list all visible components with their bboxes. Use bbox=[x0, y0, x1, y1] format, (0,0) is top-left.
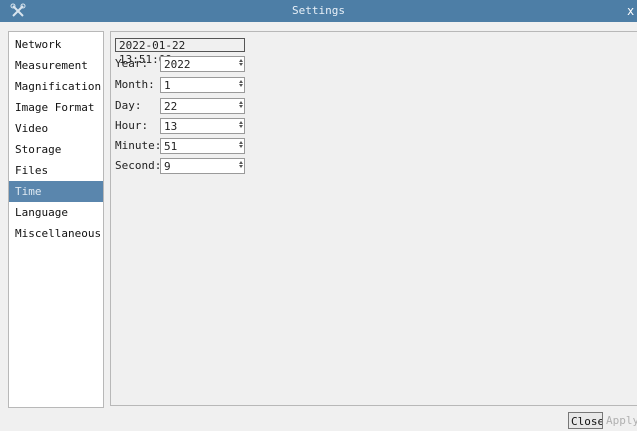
settings-sidebar: Network Measurement Magnification Image … bbox=[8, 31, 104, 408]
sidebar-item-storage[interactable]: Storage bbox=[9, 139, 103, 160]
sidebar-item-image-format[interactable]: Image Format bbox=[9, 97, 103, 118]
close-button[interactable]: Close bbox=[568, 412, 603, 429]
minute-input[interactable] bbox=[160, 138, 245, 154]
sidebar-item-network[interactable]: Network bbox=[9, 34, 103, 55]
month-input[interactable] bbox=[160, 77, 245, 93]
month-spinbox[interactable] bbox=[160, 77, 245, 93]
day-label: Day: bbox=[115, 99, 142, 112]
current-datetime-display: 2022-01-22 13:51:09 bbox=[115, 38, 245, 66]
sidebar-item-miscellaneous[interactable]: Miscellaneous bbox=[9, 223, 103, 244]
hour-input[interactable] bbox=[160, 118, 245, 134]
sidebar-item-files[interactable]: Files bbox=[9, 160, 103, 181]
day-spinbox[interactable] bbox=[160, 98, 245, 114]
minute-label: Minute: bbox=[115, 139, 162, 152]
close-window-icon[interactable]: x bbox=[627, 0, 634, 22]
sidebar-item-time[interactable]: Time bbox=[9, 181, 103, 202]
sidebar-item-video[interactable]: Video bbox=[9, 118, 103, 139]
spin-arrows-icon[interactable] bbox=[239, 160, 243, 172]
spin-arrows-icon[interactable] bbox=[239, 120, 243, 132]
spin-arrows-icon[interactable] bbox=[239, 79, 243, 91]
sidebar-item-magnification[interactable]: Magnification bbox=[9, 76, 103, 97]
second-spinbox[interactable] bbox=[160, 158, 245, 174]
year-input[interactable] bbox=[160, 56, 245, 72]
spin-arrows-icon[interactable] bbox=[239, 100, 243, 112]
sidebar-item-measurement[interactable]: Measurement bbox=[9, 55, 103, 76]
hour-spinbox[interactable] bbox=[160, 118, 245, 134]
year-label: Year: bbox=[115, 57, 149, 70]
day-input[interactable] bbox=[160, 98, 245, 114]
year-spinbox[interactable] bbox=[160, 56, 245, 72]
title-bar: Settings x bbox=[0, 0, 637, 22]
second-input[interactable] bbox=[160, 158, 245, 174]
spin-arrows-icon[interactable] bbox=[239, 140, 243, 152]
month-label: Month: bbox=[115, 78, 155, 91]
minute-spinbox[interactable] bbox=[160, 138, 245, 154]
second-label: Second: bbox=[115, 159, 162, 172]
sidebar-item-language[interactable]: Language bbox=[9, 202, 103, 223]
window-title: Settings bbox=[292, 4, 345, 17]
spin-arrows-icon[interactable] bbox=[239, 58, 243, 70]
apply-button[interactable]: Apply bbox=[604, 412, 637, 429]
hour-label: Hour: bbox=[115, 119, 149, 132]
